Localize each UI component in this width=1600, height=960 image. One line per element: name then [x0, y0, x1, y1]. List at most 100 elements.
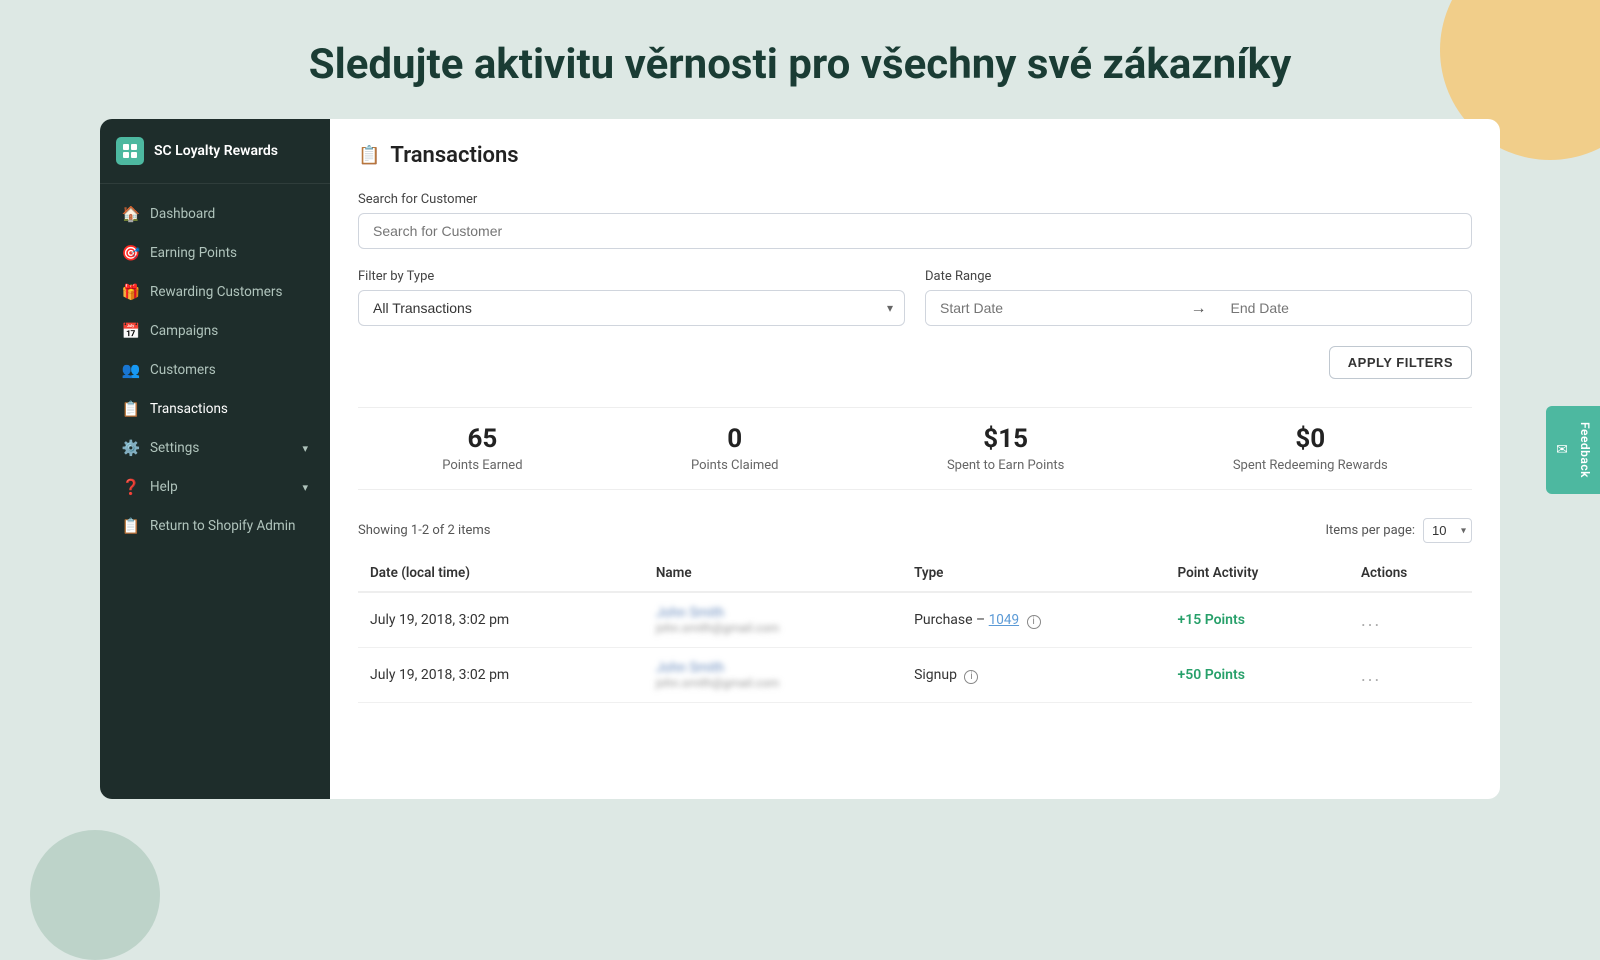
filter-type-wrapper: All Transactions Purchase Signup Redempt… — [358, 290, 905, 326]
row1-points-value: +15 Points — [1178, 612, 1245, 628]
return-icon: 📋 — [122, 517, 140, 535]
table-body: July 19, 2018, 3:02 pm John Smith john.s… — [358, 592, 1472, 703]
table-head: Date (local time) Name Type Point Activi… — [358, 555, 1472, 592]
sidebar-logo: SC Loyalty Rewards — [100, 119, 330, 184]
row2-action-menu-button[interactable]: ... — [1361, 665, 1381, 686]
stats-row: 65 Points Earned 0 Points Claimed $15 Sp… — [358, 407, 1472, 490]
sidebar-logo-icon — [116, 137, 144, 165]
sidebar-item-settings[interactable]: ⚙️ Settings ▾ — [106, 429, 324, 467]
settings-chevron-icon: ▾ — [302, 442, 308, 455]
row2-actions: ... — [1349, 648, 1472, 703]
sidebar-item-dashboard[interactable]: 🏠 Dashboard — [106, 195, 324, 233]
sidebar-nav: 🏠 Dashboard 🎯 Earning Points 🎁 Rewarding… — [100, 184, 330, 556]
row1-type: Purchase – 1049 i — [902, 592, 1165, 648]
row1-customer: John Smith john.smith@gmail.com — [644, 592, 902, 648]
sidebar-item-transactions[interactable]: 📋 Transactions — [106, 390, 324, 428]
page-heading: Sledujte aktivitu věrnosti pro všechny s… — [0, 0, 1600, 119]
sidebar-item-campaigns[interactable]: 📅 Campaigns — [106, 312, 324, 350]
col-actions: Actions — [1349, 555, 1472, 592]
search-label: Search for Customer — [358, 192, 1472, 207]
items-per-page-label: Items per page: — [1325, 523, 1415, 538]
row1-customer-name: John Smith — [656, 605, 890, 621]
sidebar: SC Loyalty Rewards 🏠 Dashboard 🎯 Earning… — [100, 119, 330, 799]
col-name: Name — [644, 555, 902, 592]
transactions-table: Date (local time) Name Type Point Activi… — [358, 555, 1472, 703]
help-chevron-icon: ▾ — [302, 481, 308, 494]
date-arrow-icon: → — [1181, 298, 1217, 318]
sidebar-label-transactions: Transactions — [150, 401, 228, 417]
sidebar-label-rewarding-customers: Rewarding Customers — [150, 284, 282, 300]
feedback-tab-icon: ✉ — [1554, 442, 1570, 458]
stat-spent-earn: $15 Spent to Earn Points — [947, 424, 1064, 473]
table-row: July 19, 2018, 3:02 pm John Smith john.s… — [358, 592, 1472, 648]
apply-filters-button[interactable]: APPLY FILTERS — [1329, 346, 1472, 379]
sidebar-label-return-shopify: Return to Shopify Admin — [150, 518, 296, 534]
main-headline: Sledujte aktivitu věrnosti pro všechny s… — [0, 40, 1600, 89]
campaigns-icon: 📅 — [122, 322, 140, 340]
search-section: Search for Customer — [358, 192, 1472, 249]
row2-point-activity: +50 Points — [1166, 648, 1349, 703]
row2-customer: John Smith john.smith@gmail.com — [644, 648, 902, 703]
col-date: Date (local time) — [358, 555, 644, 592]
stat-spent-earn-label: Spent to Earn Points — [947, 458, 1064, 473]
filter-type-label: Filter by Type — [358, 269, 905, 284]
filter-type-select[interactable]: All Transactions Purchase Signup Redempt… — [358, 290, 905, 326]
stat-points-claimed-label: Points Claimed — [691, 458, 779, 473]
row2-customer-name: John Smith — [656, 660, 890, 676]
home-icon: 🏠 — [122, 205, 140, 223]
row1-info-icon[interactable]: i — [1027, 615, 1041, 629]
stat-points-claimed-value: 0 — [691, 424, 779, 454]
stat-points-earned: 65 Points Earned — [442, 424, 522, 473]
sidebar-label-customers: Customers — [150, 362, 216, 378]
reward-icon: 🎁 — [122, 283, 140, 301]
sidebar-item-return-shopify[interactable]: 📋 Return to Shopify Admin — [106, 507, 324, 545]
sidebar-logo-text: SC Loyalty Rewards — [154, 143, 278, 159]
row2-points-value: +50 Points — [1178, 667, 1245, 683]
sidebar-label-help: Help — [150, 479, 178, 495]
date-range-label: Date Range — [925, 269, 1472, 284]
sidebar-item-help[interactable]: ❓ Help ▾ — [106, 468, 324, 506]
sidebar-label-dashboard: Dashboard — [150, 206, 215, 222]
search-input[interactable] — [358, 213, 1472, 249]
stat-points-earned-label: Points Earned — [442, 458, 522, 473]
start-date-input[interactable] — [926, 291, 1181, 325]
date-range-group: Date Range → — [925, 269, 1472, 326]
sidebar-label-earning-points: Earning Points — [150, 245, 237, 261]
transactions-header-icon: 📋 — [358, 145, 380, 166]
deco-circle-bottom-left — [30, 830, 160, 960]
stat-points-claimed: 0 Points Claimed — [691, 424, 779, 473]
table-header-row: Showing 1-2 of 2 items Items per page: 1… — [358, 518, 1472, 543]
transactions-title: Transactions — [390, 143, 518, 168]
date-range-wrapper: → — [925, 290, 1472, 326]
sidebar-item-customers[interactable]: 👥 Customers — [106, 351, 324, 389]
sidebar-label-campaigns: Campaigns — [150, 323, 218, 339]
row1-action-menu-button[interactable]: ... — [1361, 610, 1381, 631]
stat-points-earned-value: 65 — [442, 424, 522, 454]
row2-type: Signup i — [902, 648, 1165, 703]
showing-text: Showing 1-2 of 2 items — [358, 523, 490, 538]
help-icon: ❓ — [122, 478, 140, 496]
row1-order-link[interactable]: 1049 — [989, 612, 1019, 628]
col-type: Type — [902, 555, 1165, 592]
end-date-input[interactable] — [1217, 291, 1472, 325]
row2-info-icon[interactable]: i — [964, 670, 978, 684]
row2-customer-email: john.smith@gmail.com — [656, 676, 890, 690]
row2-date: July 19, 2018, 3:02 pm — [358, 648, 644, 703]
sidebar-item-earning-points[interactable]: 🎯 Earning Points — [106, 234, 324, 272]
table-row: July 19, 2018, 3:02 pm John Smith john.s… — [358, 648, 1472, 703]
apply-btn-row: APPLY FILTERS — [358, 346, 1472, 379]
col-point-activity: Point Activity — [1166, 555, 1349, 592]
main-layout: SC Loyalty Rewards 🏠 Dashboard 🎯 Earning… — [0, 119, 1600, 799]
row1-actions: ... — [1349, 592, 1472, 648]
row1-date: July 19, 2018, 3:02 pm — [358, 592, 644, 648]
transactions-header: 📋 Transactions — [358, 143, 1472, 168]
sidebar-item-rewarding-customers[interactable]: 🎁 Rewarding Customers — [106, 273, 324, 311]
filter-type-group: Filter by Type All Transactions Purchase… — [358, 269, 905, 326]
stat-spent-redeeming-label: Spent Redeeming Rewards — [1233, 458, 1388, 473]
feedback-tab[interactable]: Feedback ✉ — [1546, 406, 1600, 494]
settings-icon: ⚙️ — [122, 439, 140, 457]
feedback-tab-text: Feedback — [1578, 422, 1592, 478]
customers-icon: 👥 — [122, 361, 140, 379]
sidebar-label-settings: Settings — [150, 440, 199, 456]
items-per-page-select[interactable]: 10 25 50 — [1423, 518, 1472, 543]
